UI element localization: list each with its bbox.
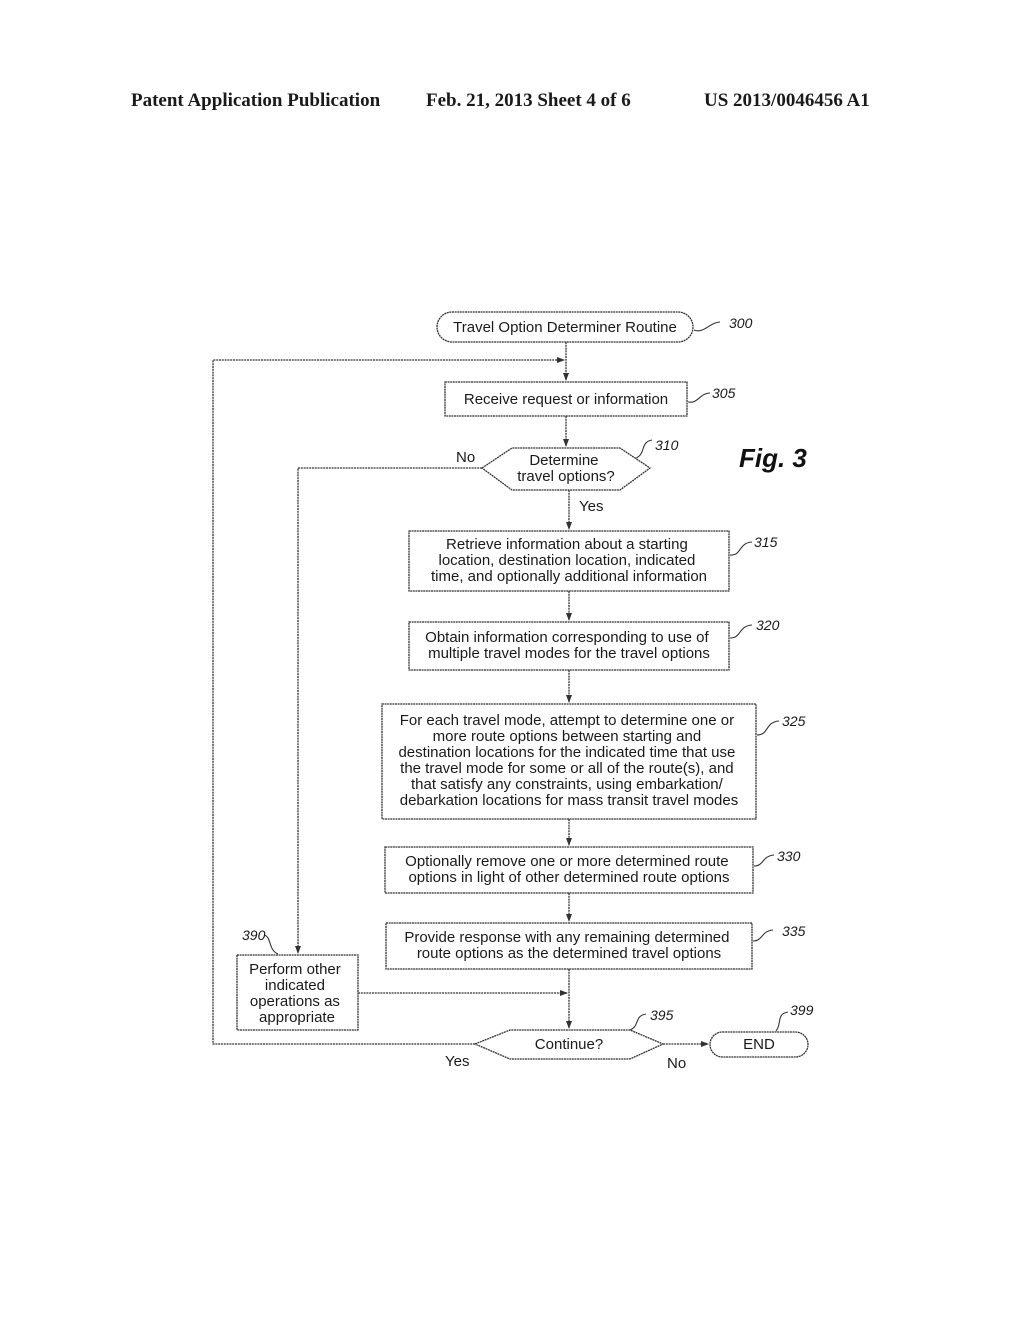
node-start: Travel Option Determiner Routine 300 (436, 311, 753, 343)
node-325: For each travel mode, attempt to determi… (381, 703, 806, 820)
node-310-decision: Determine travel options? 310 No Yes (456, 437, 679, 515)
node-335-text: Provide response with any remaining dete… (404, 929, 733, 962)
edge-label-310-no: No (456, 449, 475, 466)
node-315-text: Retrieve information about a starting lo… (431, 536, 707, 585)
ref-325: 325 (782, 713, 806, 729)
ref-395: 395 (650, 1007, 674, 1023)
edge-label-395-yes: Yes (445, 1053, 469, 1070)
node-330: Optionally remove one or more determined… (384, 846, 801, 894)
node-315: Retrieve information about a starting lo… (408, 530, 778, 592)
ref-399: 399 (790, 1002, 814, 1018)
node-395-text: Continue? (535, 1036, 603, 1053)
ref-315: 315 (754, 534, 778, 550)
node-start-text: Travel Option Determiner Routine (453, 319, 677, 336)
edge-label-310-yes: Yes (579, 498, 603, 515)
node-320: Obtain information corresponding to use … (408, 617, 780, 671)
figure-label: Fig. 3 (739, 443, 807, 473)
node-end-text: END (743, 1036, 775, 1053)
node-305: Receive request or information 305 (444, 381, 736, 417)
edge-label-395-no: No (667, 1055, 686, 1072)
ref-310: 310 (655, 437, 679, 453)
node-305-text: Receive request or information (464, 391, 668, 408)
node-395-decision: Continue? 395 Yes No (445, 1007, 686, 1072)
node-end: END 399 (709, 1002, 814, 1058)
flowchart: Travel Option Determiner Routine 300 Rec… (212, 311, 814, 1072)
ref-300: 300 (729, 315, 753, 331)
node-320-text: Obtain information corresponding to use … (425, 629, 713, 662)
ref-330: 330 (777, 848, 801, 864)
node-325-text: For each travel mode, attempt to determi… (398, 712, 739, 809)
ref-390: 390 (242, 927, 266, 943)
node-310-text: Determine travel options? (517, 452, 615, 485)
node-330-text: Optionally remove one or more determined… (405, 853, 733, 886)
ref-305: 305 (712, 385, 736, 401)
ref-335: 335 (782, 923, 806, 939)
node-335: Provide response with any remaining dete… (385, 922, 806, 970)
node-390-text: Perform other indicated operations as ap… (249, 961, 345, 1026)
ref-320: 320 (756, 617, 780, 633)
